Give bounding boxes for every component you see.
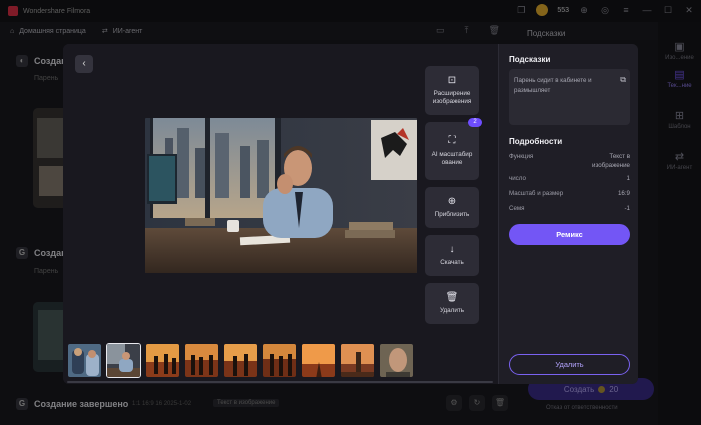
image-viewer: ‹ ⊡ Расширение изображения 2 ⛶ AI масшта… [63,44,498,384]
download-icon: ↓ [449,243,455,255]
expand-image-icon: ⊡ [447,74,457,86]
thumbnail-strip [67,343,419,378]
detail-key: Масштаб и размер [509,190,564,197]
thumbnail-selected[interactable] [106,343,141,378]
zoom-in-button[interactable]: ⊕ Приблизить [425,187,479,228]
detail-key: Функция [509,153,534,160]
delete-tool-button[interactable]: 🗑 Удалить [425,283,479,324]
copy-icon[interactable]: ⧉ [620,74,626,87]
expand-image-button[interactable]: ⊡ Расширение изображения [425,66,479,115]
back-button[interactable]: ‹ [75,55,93,73]
detail-value: -1 [624,205,630,212]
prompt-text: Парень сидит в кабинете и размышляет [514,77,592,94]
detail-value: 1 [626,175,630,182]
detail-value: 16:9 [617,190,630,197]
details-panel: Подсказки Парень сидит в кабинете и разм… [498,44,638,384]
hints-title: Подсказки [509,55,551,64]
delete-button[interactable]: Удалить [509,354,630,375]
zoom-in-icon: ⊕ [447,195,457,207]
download-button[interactable]: ↓ Скачать [425,235,479,276]
main-generated-image[interactable] [145,118,417,273]
prompt-box: Парень сидит в кабинете и размышляет ⧉ [509,69,630,125]
thumbnail-scrollbar[interactable] [67,381,493,383]
thumbnail[interactable] [340,343,375,378]
detail-value: Текст в изображение [592,153,630,169]
image-detail-modal: ‹ ⊡ Расширение изображения 2 ⛶ AI масшта… [63,44,638,384]
chevron-left-icon: ‹ [82,58,86,69]
thumbnail[interactable] [145,343,180,378]
detail-key: число [509,175,526,182]
thumbnail[interactable] [262,343,297,378]
details-title: Подробности [509,137,563,146]
trash-icon: 🗑 [445,291,459,303]
thumbnail[interactable] [184,343,219,378]
detail-key: Семя [509,205,525,212]
thumbnail[interactable] [223,343,258,378]
thumbnail[interactable] [67,343,102,378]
remix-button[interactable]: Ремикс [509,224,630,245]
upscale-icon: ⛶ [448,135,456,147]
thumbnail[interactable] [301,343,336,378]
ai-upscale-button[interactable]: 2 ⛶ AI масштабирование [425,118,482,180]
upscale-credit-badge: 2 [468,118,482,127]
thumbnail[interactable] [379,343,414,378]
